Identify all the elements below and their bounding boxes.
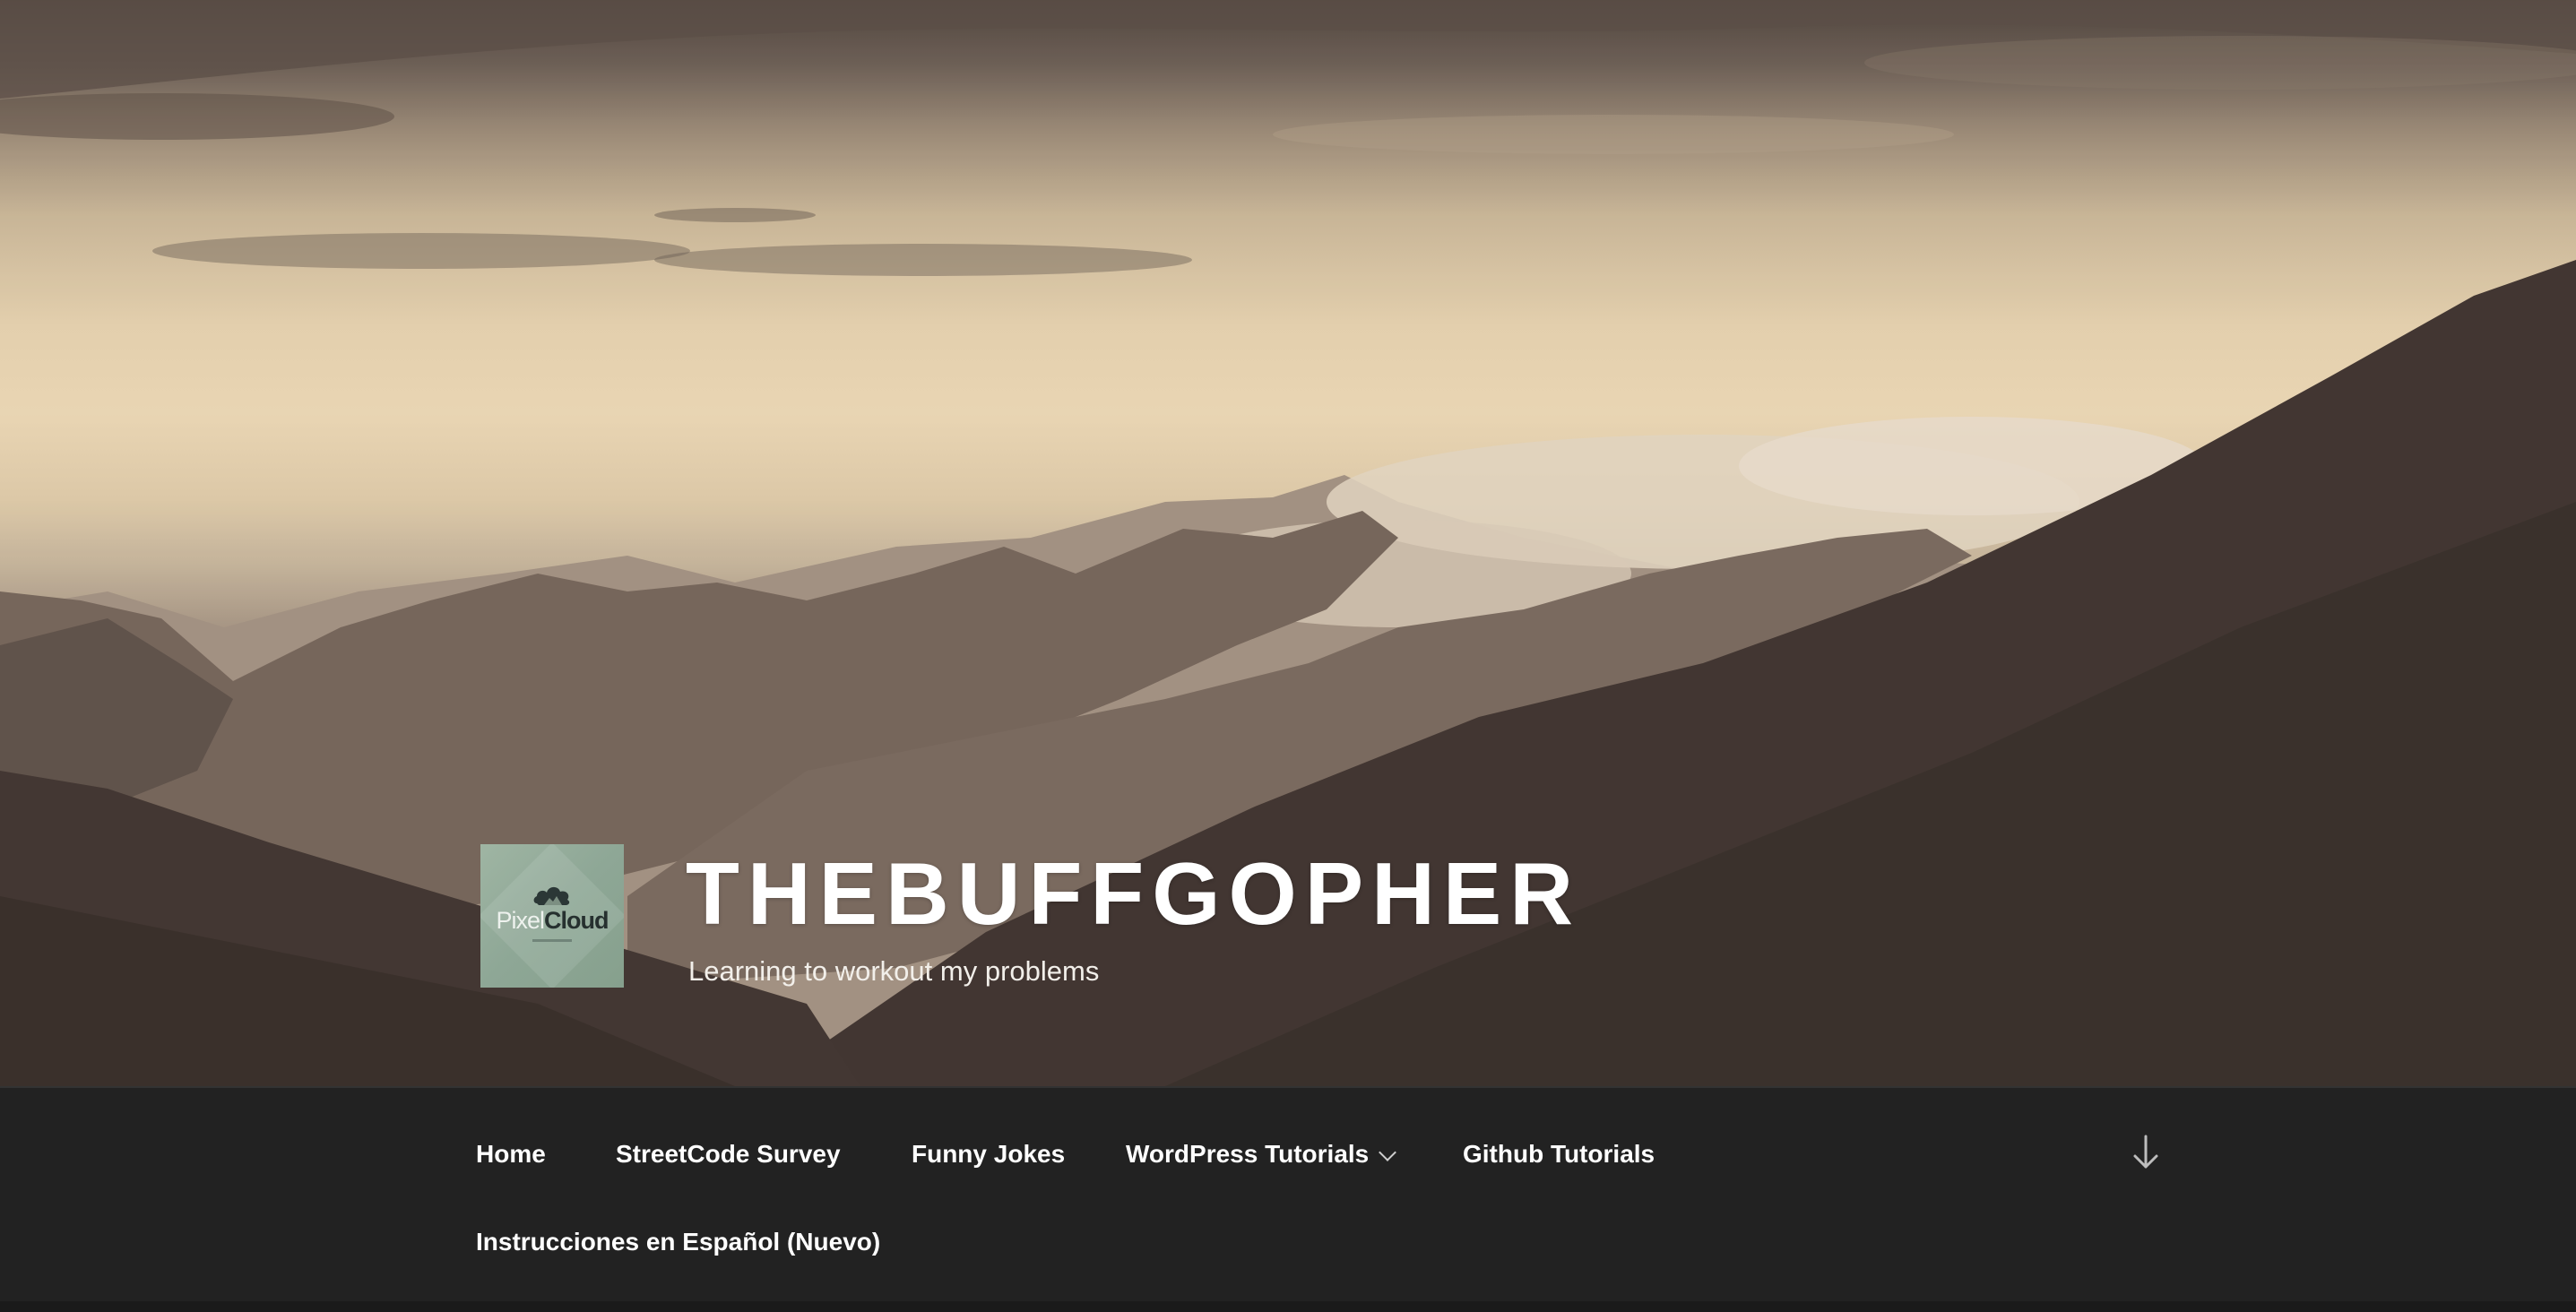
logo-wordmark: PixelCloud — [480, 907, 624, 935]
nav-item-wordpress-tutorials[interactable]: WordPress Tutorials — [1126, 1140, 1397, 1168]
main-navigation: Home StreetCode Survey Funny Jokes WordP… — [0, 1086, 2576, 1303]
logo-wordmark-bold: Cloud — [544, 907, 609, 934]
chevron-down-icon[interactable] — [1379, 1144, 1397, 1161]
nav-item-label: WordPress Tutorials — [1126, 1140, 1370, 1168]
site-title[interactable]: THEBUFFGOPHER — [686, 850, 1581, 937]
nav-item-label: Home — [476, 1140, 546, 1168]
page-bottom-edge — [0, 1301, 2576, 1312]
nav-item-github-tutorials[interactable]: Github Tutorials — [1463, 1142, 1655, 1167]
nav-item-funny-jokes[interactable]: Funny Jokes — [912, 1142, 1065, 1167]
scroll-down-button[interactable] — [2131, 1133, 2161, 1172]
logo-underline — [532, 939, 572, 942]
nav-item-label: StreetCode Survey — [616, 1140, 841, 1168]
site-tagline: Learning to workout my problems — [688, 955, 1100, 987]
nav-item-label: Github Tutorials — [1463, 1140, 1655, 1168]
nav-item-streetcode-survey[interactable]: StreetCode Survey — [616, 1142, 841, 1167]
nav-item-instrucciones-espanol[interactable]: Instrucciones en Español (Nuevo) — [476, 1230, 880, 1255]
arrow-down-icon — [2133, 1135, 2158, 1169]
nav-item-label: Instrucciones en Español (Nuevo) — [476, 1228, 881, 1256]
cloud-logo-icon — [533, 886, 570, 905]
site-logo[interactable]: PixelCloud — [480, 844, 624, 988]
logo-wordmark-thin: Pixel — [496, 907, 545, 934]
custom-header: PixelCloud THEBUFFGOPHER Learning to wor… — [0, 0, 2576, 1086]
nav-item-label: Funny Jokes — [912, 1140, 1066, 1168]
nav-item-home[interactable]: Home — [476, 1142, 546, 1167]
